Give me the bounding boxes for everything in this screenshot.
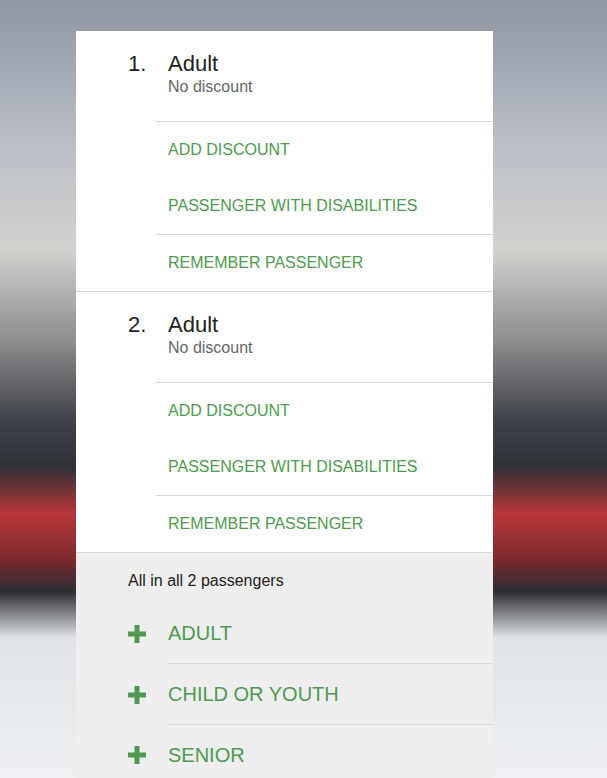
passenger-type: Adult xyxy=(168,312,485,338)
plus-cell xyxy=(128,603,168,664)
passenger-action-button[interactable]: REMEMBER PASSENGER xyxy=(156,496,493,552)
passenger-panel: 1.AdultNo discountADD DISCOUNTPASSENGER … xyxy=(76,31,493,778)
add-passenger-label: ADULT xyxy=(168,603,493,664)
add-passenger-button[interactable]: ADULT xyxy=(76,603,493,664)
passenger-number: 2. xyxy=(128,312,168,358)
plus-cell xyxy=(128,664,168,725)
passenger-action-button[interactable]: PASSENGER WITH DISABILITIES xyxy=(156,439,493,495)
plus-icon xyxy=(128,746,146,764)
passenger-action-button[interactable]: ADD DISCOUNT xyxy=(156,383,493,439)
passenger-info: AdultNo discount xyxy=(168,51,485,97)
passenger-type: Adult xyxy=(168,51,485,77)
passenger-action-button[interactable]: REMEMBER PASSENGER xyxy=(156,235,493,291)
plus-cell xyxy=(128,725,168,778)
add-passenger-button[interactable]: CHILD OR YOUTH xyxy=(76,664,493,725)
action-group: ADD DISCOUNTPASSENGER WITH DISABILITIES xyxy=(156,121,493,234)
action-group: REMEMBER PASSENGER xyxy=(156,495,493,552)
plus-icon xyxy=(128,625,146,643)
action-group: ADD DISCOUNTPASSENGER WITH DISABILITIES xyxy=(156,382,493,495)
passenger-card: 1.AdultNo discountADD DISCOUNTPASSENGER … xyxy=(76,31,493,292)
passenger-header: 2.AdultNo discount xyxy=(76,292,493,382)
passenger-summary: All in all 2 passengers xyxy=(76,553,493,603)
add-passenger-button[interactable]: SENIOR xyxy=(76,725,493,778)
passenger-discount: No discount xyxy=(168,338,485,358)
add-passenger-label: CHILD OR YOUTH xyxy=(168,664,493,725)
action-group: REMEMBER PASSENGER xyxy=(156,234,493,291)
passenger-action-button[interactable]: PASSENGER WITH DISABILITIES xyxy=(156,178,493,234)
add-passenger-label: SENIOR xyxy=(168,725,493,778)
add-passenger-section: All in all 2 passengersADULTCHILD OR YOU… xyxy=(76,553,493,778)
page: 1.AdultNo discountADD DISCOUNTPASSENGER … xyxy=(0,0,607,778)
passenger-action-button[interactable]: ADD DISCOUNT xyxy=(156,122,493,178)
passenger-discount: No discount xyxy=(168,77,485,97)
passenger-number: 1. xyxy=(128,51,168,97)
passenger-info: AdultNo discount xyxy=(168,312,485,358)
passenger-card: 2.AdultNo discountADD DISCOUNTPASSENGER … xyxy=(76,292,493,553)
plus-icon xyxy=(128,686,146,704)
passenger-header: 1.AdultNo discount xyxy=(76,31,493,121)
